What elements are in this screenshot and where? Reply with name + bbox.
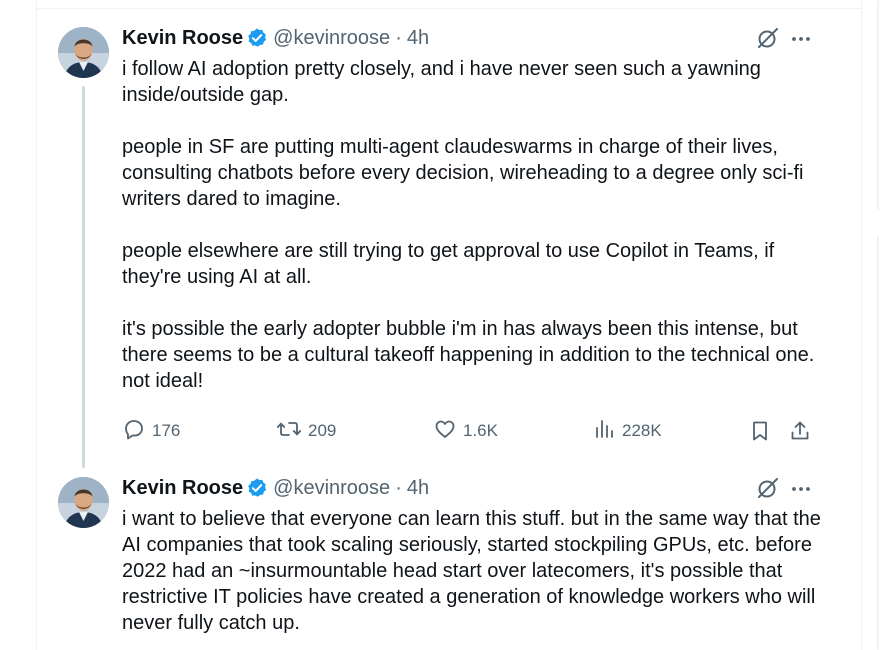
tweet-text: i want to believe that everyone can lear… bbox=[122, 506, 822, 636]
tweet-text: i follow AI adoption pretty closely, and… bbox=[122, 56, 822, 394]
reply-button[interactable]: 176 bbox=[122, 417, 180, 445]
thread-connector-line bbox=[82, 86, 85, 468]
separator-dot: · bbox=[395, 26, 402, 49]
paragraph-break bbox=[122, 290, 822, 316]
verified-badge-icon bbox=[246, 477, 268, 499]
like-count: 1.6K bbox=[463, 421, 498, 440]
more-icon[interactable] bbox=[788, 26, 814, 50]
tweet-paragraph: it's possible the early adopter bubble i… bbox=[122, 318, 815, 392]
grok-icon[interactable] bbox=[756, 26, 780, 50]
avatar[interactable] bbox=[58, 27, 109, 78]
author-handle[interactable]: @kevinroose bbox=[273, 477, 390, 500]
timestamp[interactable]: 4h bbox=[407, 27, 429, 50]
tweet-header: Kevin Roose @kevinroose · 4h bbox=[122, 25, 429, 51]
like-icon bbox=[433, 417, 463, 446]
views-count: 228K bbox=[622, 421, 662, 440]
right-rail bbox=[874, 0, 882, 650]
share-button[interactable] bbox=[788, 419, 812, 448]
author-name[interactable]: Kevin Roose bbox=[122, 477, 243, 500]
views-button[interactable]: 228K bbox=[592, 417, 662, 445]
paragraph-break bbox=[122, 212, 822, 238]
top-divider bbox=[36, 8, 862, 9]
avatar[interactable] bbox=[58, 477, 109, 528]
reply-icon bbox=[122, 417, 152, 446]
right-rail-card-edge bbox=[877, 236, 879, 650]
bookmark-icon bbox=[748, 421, 772, 447]
tweet-header: Kevin Roose @kevinroose · 4h bbox=[122, 475, 429, 501]
views-icon bbox=[592, 417, 622, 446]
tweet-paragraph: i follow AI adoption pretty closely, and… bbox=[122, 58, 761, 106]
repost-icon bbox=[276, 417, 308, 446]
grok-icon[interactable] bbox=[756, 476, 780, 500]
tweet-paragraph: people in SF are putting multi-agent cla… bbox=[122, 136, 804, 210]
share-icon bbox=[788, 421, 812, 447]
paragraph-break bbox=[122, 108, 822, 134]
tweet-paragraph: people elsewhere are still trying to get… bbox=[122, 240, 775, 288]
right-rail-card-edge bbox=[877, 0, 879, 210]
repost-count: 209 bbox=[308, 421, 337, 440]
more-icon[interactable] bbox=[788, 476, 814, 500]
author-name[interactable]: Kevin Roose bbox=[122, 27, 243, 50]
bookmark-button[interactable] bbox=[748, 419, 772, 448]
tweet-paragraph: i want to believe that everyone can lear… bbox=[122, 508, 821, 634]
reply-count: 176 bbox=[152, 421, 181, 440]
tweet-actions: 176 209 1.6K 228K bbox=[122, 417, 822, 445]
timestamp[interactable]: 4h bbox=[407, 477, 429, 500]
repost-button[interactable]: 209 bbox=[276, 417, 336, 445]
like-button[interactable]: 1.6K bbox=[433, 417, 498, 445]
verified-badge-icon bbox=[246, 27, 268, 49]
separator-dot: · bbox=[395, 476, 402, 499]
author-handle[interactable]: @kevinroose bbox=[273, 27, 390, 50]
